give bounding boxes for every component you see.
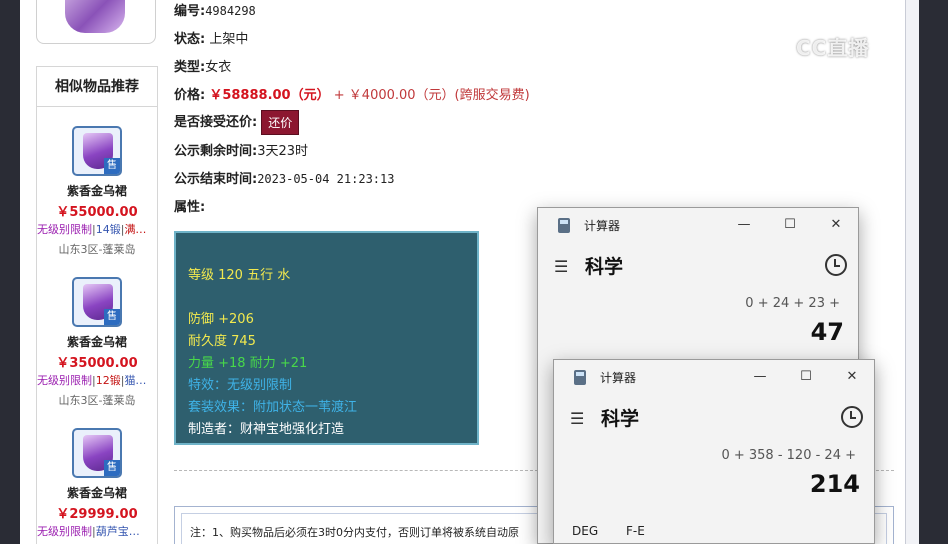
calculator-titlebar[interactable]: 计算器 — ☐ ✕ xyxy=(554,360,874,394)
calculator-result: 47 xyxy=(810,318,844,346)
item-name[interactable]: 紫香金乌裙 xyxy=(37,182,157,199)
close-button[interactable]: ✕ xyxy=(816,214,856,236)
remaining-row: 公示剩余时间:3天23时 xyxy=(174,144,309,159)
counter-offer-button[interactable]: 还价 xyxy=(261,110,300,135)
tag-extra: 满… xyxy=(124,223,147,236)
attr-level: 等级 120 五行 水 xyxy=(188,268,291,283)
item-tags: 无级别限制|葫芦宝… xyxy=(37,525,140,538)
attr-durability: 耐久度 745 xyxy=(188,334,256,349)
item-icon[interactable]: 售 xyxy=(72,126,122,176)
item-name[interactable]: 紫香金乌裙 xyxy=(37,484,157,501)
sell-badge: 售 xyxy=(104,460,120,476)
end-time-value: 2023-05-04 21:23:13 xyxy=(257,172,395,186)
recommendations-panel: 相似物品推荐 售 紫香金乌裙 ￥55000.00 无级别限制|14锻|满… 山东… xyxy=(36,66,158,544)
deg-button[interactable]: DEG xyxy=(572,524,598,538)
close-button[interactable]: ✕ xyxy=(832,366,872,388)
watermark-logo: CC直播 xyxy=(796,36,870,60)
tag-level: 无级别限制 xyxy=(37,374,92,387)
maximize-button[interactable]: ☐ xyxy=(770,214,810,236)
tag-level: 无级别限制 xyxy=(37,525,92,538)
recommendation-item[interactable]: 售 紫香金乌裙 ￥29999.00 无级别限制|葫芦宝… xyxy=(37,409,157,544)
type-row: 类型:女衣 xyxy=(174,60,232,75)
calculator-titlebar[interactable]: 计算器 — ☐ ✕ xyxy=(538,208,858,242)
calculator-app-icon xyxy=(558,218,570,233)
calculator-expression: 0 + 24 + 23 + xyxy=(745,296,840,311)
menu-icon[interactable]: ☰ xyxy=(554,257,568,276)
calculator-window-front[interactable]: 计算器 — ☐ ✕ ☰ 科学 0 + 358 - 120 - 24 + 214 … xyxy=(553,359,875,544)
scrollbar-track[interactable] xyxy=(905,0,919,544)
item-server: 山东3区-蓬莱岛 xyxy=(58,394,136,407)
item-price: ￥29999.00 xyxy=(56,507,138,522)
remaining-value: 3天23时 xyxy=(257,144,309,159)
item-price: ￥55000.00 xyxy=(56,205,138,220)
item-id: 4984298 xyxy=(205,4,256,18)
fe-button[interactable]: F-E xyxy=(626,524,645,538)
calculator-expression: 0 + 358 - 120 - 24 + xyxy=(721,448,856,463)
history-icon[interactable] xyxy=(825,254,847,276)
item-tags: 无级别限制|14锻|满… xyxy=(37,223,147,236)
minimize-button[interactable]: — xyxy=(724,214,764,236)
item-price: ￥35000.00 xyxy=(56,356,138,371)
counter-offer-row: 是否接受还价: 还价 xyxy=(174,110,300,135)
calculator-app-icon xyxy=(574,370,586,385)
history-icon[interactable] xyxy=(841,406,863,428)
item-tags: 无级别限制|12锻|猫… xyxy=(37,374,147,387)
sell-badge: 售 xyxy=(104,158,120,174)
calculator-title: 计算器 xyxy=(584,219,621,233)
price-row: 价格: ￥58888.00（元） + ￥4000.00（元）(跨服交易费) xyxy=(174,88,530,103)
calculator-mode: 科学 xyxy=(585,256,624,278)
status-row: 状态: 上架中 xyxy=(174,32,249,47)
maximize-button[interactable]: ☐ xyxy=(786,366,826,388)
price-value: ￥58888.00（元） xyxy=(209,88,330,103)
item-server: 山东3区-蓬莱岛 xyxy=(58,243,136,256)
attr-stats: 力量 +18 耐力 +21 xyxy=(188,356,308,371)
recommendations-title: 相似物品推荐 xyxy=(37,67,157,107)
attr-label: 属性: xyxy=(174,200,206,215)
attributes-box: 等级 120 五行 水 防御 +206 耐久度 745 力量 +18 耐力 +2… xyxy=(174,231,479,445)
menu-icon[interactable]: ☰ xyxy=(570,409,584,428)
recommendation-item[interactable]: 售 紫香金乌裙 ￥35000.00 无级别限制|12锻|猫… 山东3区-蓬莱岛 xyxy=(37,258,157,409)
calculator-mode: 科学 xyxy=(601,408,640,430)
attr-set-effect: 套装效果：附加状态一苇渡江 xyxy=(188,400,358,415)
status-value: 上架中 xyxy=(209,32,249,47)
sell-badge: 售 xyxy=(104,309,120,325)
item-thumbnail xyxy=(36,0,156,44)
calculator-result: 214 xyxy=(809,470,860,498)
item-icon[interactable]: 售 xyxy=(72,277,122,327)
skirt-image xyxy=(65,0,125,33)
tag-level: 无级别限制 xyxy=(37,223,92,236)
type-value: 女衣 xyxy=(205,60,232,75)
tag-extra: 葫芦宝… xyxy=(95,525,140,538)
minimize-button[interactable]: — xyxy=(740,366,780,388)
id-row: 编号:4984298 xyxy=(174,4,256,19)
tag-forge: 12锻 xyxy=(95,374,121,387)
item-name[interactable]: 紫香金乌裙 xyxy=(37,333,157,350)
tag-extra: 猫… xyxy=(124,374,147,387)
attr-maker: 制造者：财神宝地强化打造 xyxy=(188,422,345,437)
calculator-title: 计算器 xyxy=(600,371,637,385)
attr-effect: 特效：无级别限制 xyxy=(188,378,293,393)
tag-forge: 14锻 xyxy=(95,223,121,236)
fee-value: ￥4000.00（元）(跨服交易费) xyxy=(348,88,530,103)
end-time-row: 公示结束时间:2023-05-04 21:23:13 xyxy=(174,172,395,187)
attr-defense: 防御 +206 xyxy=(188,312,254,327)
item-icon[interactable]: 售 xyxy=(72,428,122,478)
recommendation-item[interactable]: 售 紫香金乌裙 ￥55000.00 无级别限制|14锻|满… 山东3区-蓬莱岛 xyxy=(37,107,157,258)
